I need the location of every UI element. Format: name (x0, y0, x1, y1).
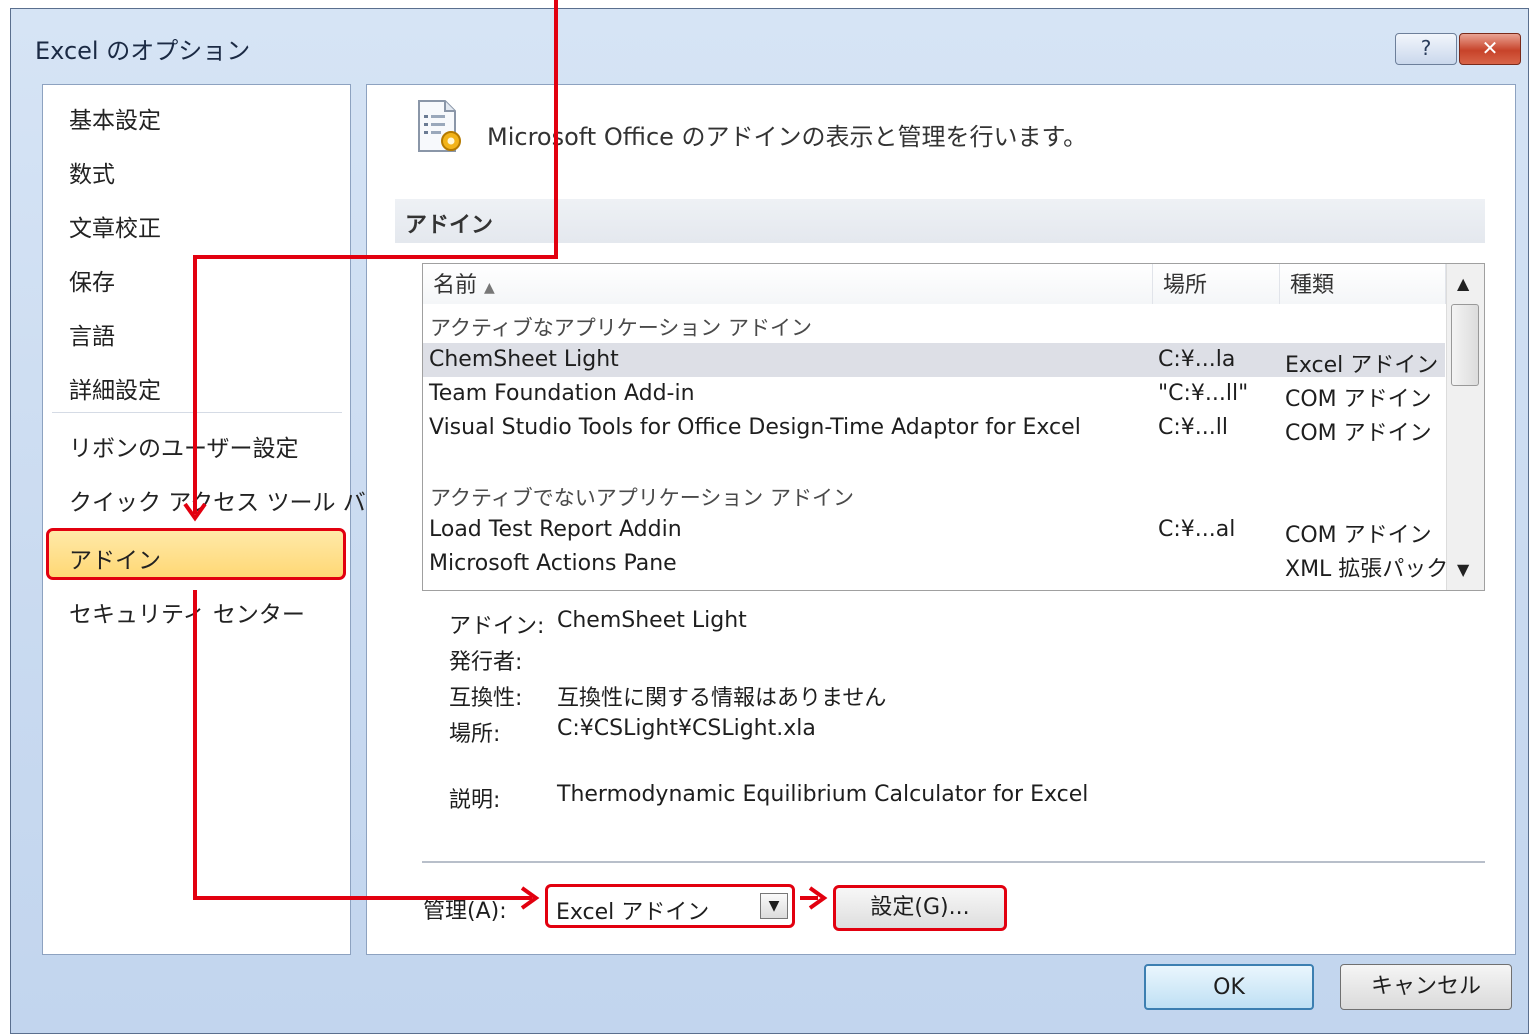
sort-ascending-icon: ▲ (484, 280, 495, 296)
manage-select-value: Excel アドイン (556, 900, 710, 925)
addin-location: C:¥...al (1158, 517, 1236, 542)
chevron-down-icon[interactable]: ▼ (760, 893, 788, 919)
nav-separator (52, 412, 342, 413)
detail-compat-value: 互換性に関する情報はありません (557, 686, 887, 711)
category-nav: 基本設定 数式 文章校正 保存 言語 詳細設定 リボンのユーザー設定 クイック … (42, 84, 389, 955)
scroll-down-icon[interactable]: ▼ (1457, 560, 1469, 579)
title-bar: Excel のオプション ? ✕ (11, 9, 1528, 83)
panel-description: Microsoft Office のアドインの表示と管理を行います。 (487, 123, 1088, 151)
manage-select[interactable]: Excel アドイン ▼ (545, 884, 795, 928)
detail-location-value: C:¥CSLight¥CSLight.xla (557, 716, 816, 741)
list-item[interactable]: Visual Studio Tools for Office Design-Ti… (423, 411, 1445, 446)
addin-type: COM アドイン (1285, 387, 1432, 412)
addin-type: COM アドイン (1285, 421, 1432, 446)
close-button[interactable]: ✕ (1459, 33, 1521, 65)
nav-item-quick-access-toolbar[interactable]: クイック アクセス ツール バー (69, 483, 389, 517)
column-header-type[interactable]: 種類 (1280, 264, 1446, 304)
group-active-addins: アクティブなアプリケーション アドイン (430, 316, 812, 340)
addins-panel: Microsoft Office のアドインの表示と管理を行います。 アドイン … (366, 84, 1516, 955)
nav-item-language[interactable]: 言語 (69, 317, 115, 351)
list-scrollbar[interactable]: ▲ ▼ (1446, 264, 1484, 590)
section-title: アドイン (405, 213, 494, 238)
addin-type: XML 拡張パック (1285, 557, 1449, 582)
nav-item-general[interactable]: 基本設定 (69, 101, 161, 135)
addin-type: Excel アドイン (1285, 353, 1439, 378)
addin-name: Visual Studio Tools for Office Design-Ti… (429, 415, 1081, 440)
addins-list[interactable]: 名前 ▲ 場所 種類 アクティブなアプリケーション アドイン ChemSheet… (422, 263, 1485, 591)
detail-desc-label: 説明: (449, 788, 501, 813)
addin-location: "C:¥...ll" (1158, 381, 1249, 406)
nav-item-advanced[interactable]: 詳細設定 (69, 371, 161, 405)
addin-name: Microsoft Actions Pane (429, 551, 677, 576)
section-header: アドイン (395, 199, 1485, 243)
window-title: Excel のオプション (35, 37, 251, 65)
list-item[interactable]: ChemSheet Light C:¥...la Excel アドイン (423, 343, 1445, 378)
detail-publisher-label: 発行者: (449, 650, 523, 675)
group-inactive-addins: アクティブでないアプリケーション アドイン (430, 486, 854, 510)
help-button[interactable]: ? (1395, 33, 1457, 65)
detail-desc-value: Thermodynamic Equilibrium Calculator for… (557, 782, 1089, 807)
nav-item-proofing[interactable]: 文章校正 (69, 209, 161, 243)
column-header-name[interactable]: 名前 ▲ (423, 264, 1153, 304)
divider (422, 861, 1485, 863)
nav-item-formulas[interactable]: 数式 (69, 155, 115, 189)
excel-options-dialog: Excel のオプション ? ✕ 基本設定 数式 文章校正 保存 言語 詳細設定… (10, 8, 1529, 1034)
list-item[interactable]: Team Foundation Add-in "C:¥...ll" COM アド… (423, 377, 1445, 412)
scroll-thumb[interactable] (1451, 304, 1479, 386)
addin-type: COM アドイン (1285, 523, 1432, 548)
manage-label: 管理(A): (423, 899, 507, 924)
detail-compat-label: 互換性: (449, 686, 523, 711)
column-header-location[interactable]: 場所 (1153, 264, 1280, 304)
nav-item-trust-center[interactable]: セキュリティ センター (69, 595, 305, 629)
addin-location: C:¥...ll (1158, 415, 1228, 440)
addin-name: Load Test Report Addin (429, 517, 682, 542)
addin-location: C:¥...la (1158, 347, 1236, 372)
list-item[interactable]: Load Test Report Addin C:¥...al COM アドイン (423, 513, 1445, 548)
detail-addin-value: ChemSheet Light (557, 608, 747, 633)
detail-location-label: 場所: (449, 722, 501, 747)
list-item[interactable]: Microsoft Actions Pane XML 拡張パック (423, 547, 1449, 582)
addin-name: ChemSheet Light (429, 347, 619, 372)
go-button[interactable]: 設定(G)... (833, 885, 1007, 931)
cancel-button[interactable]: キャンセル (1340, 964, 1512, 1010)
addin-name: Team Foundation Add-in (429, 381, 695, 406)
nav-item-save[interactable]: 保存 (69, 263, 115, 297)
nav-item-addins[interactable]: アドイン (69, 541, 161, 575)
scroll-up-icon[interactable]: ▲ (1457, 274, 1469, 293)
addin-gear-icon (418, 100, 461, 152)
detail-addin-label: アドイン: (449, 614, 545, 639)
ok-button[interactable]: OK (1144, 964, 1314, 1010)
nav-item-customize-ribbon[interactable]: リボンのユーザー設定 (69, 429, 299, 463)
